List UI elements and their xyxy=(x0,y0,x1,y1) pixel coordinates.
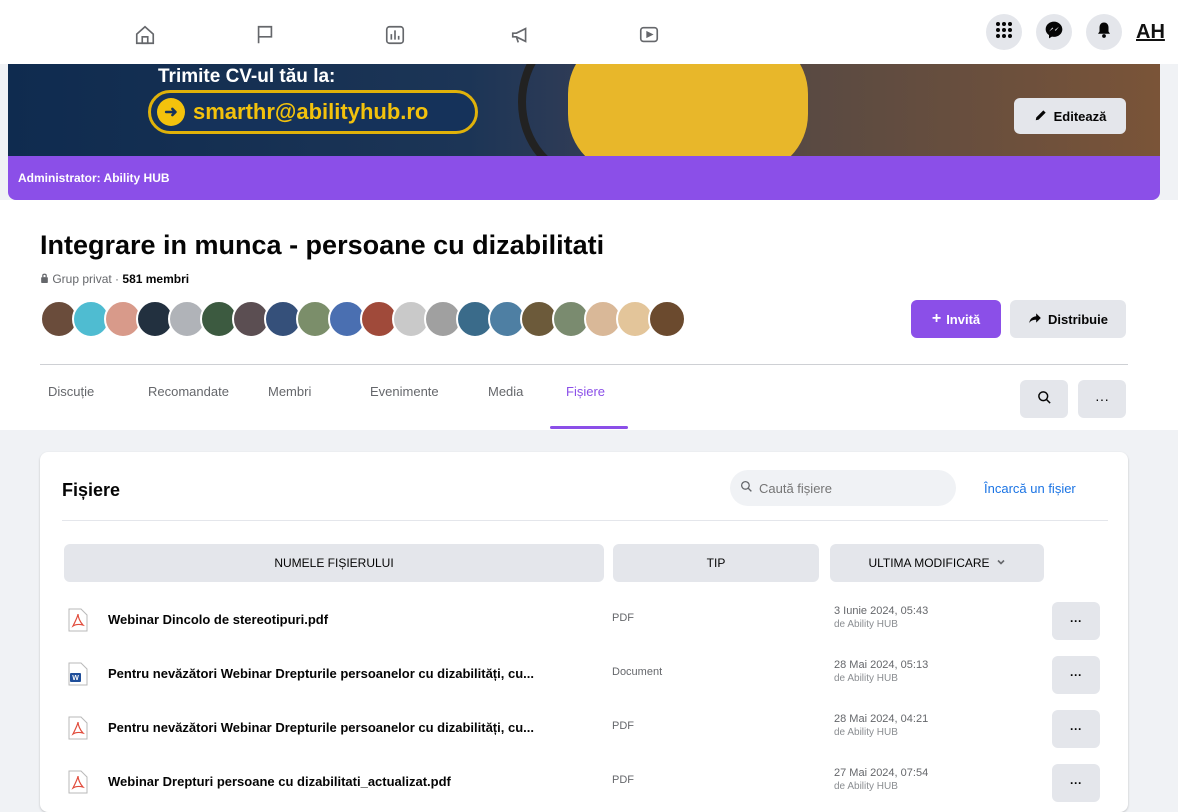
word-file-icon: W xyxy=(68,662,88,686)
group-more-button[interactable]: ··· xyxy=(1078,380,1126,418)
group-search-button[interactable] xyxy=(1020,380,1068,418)
member-avatars[interactable] xyxy=(40,300,686,340)
file-modified-date: 3 Iunie 2024, 05:43 xyxy=(834,605,929,617)
bell-icon xyxy=(1095,21,1113,44)
menu-grid-button[interactable] xyxy=(986,14,1022,50)
more-dots-icon: ··· xyxy=(1095,391,1109,407)
file-more-button[interactable]: ··· xyxy=(1052,656,1100,694)
share-label: Distribuie xyxy=(1048,311,1108,327)
file-type: Document xyxy=(612,666,663,678)
share-arrow-icon xyxy=(1028,311,1042,328)
file-name[interactable]: Pentru nevăzători Webinar Drepturile per… xyxy=(108,720,534,735)
pdf-file-icon xyxy=(68,770,88,794)
file-more-button[interactable]: ··· xyxy=(1052,602,1100,640)
table-row[interactable]: Pentru nevăzători Webinar Drepturile per… xyxy=(64,702,1104,754)
file-search[interactable] xyxy=(730,470,956,506)
cover-decoration-figure xyxy=(568,64,808,156)
table-row[interactable]: Webinar Drepturi persoane cu dizabilitat… xyxy=(64,756,1104,808)
file-type: PDF xyxy=(612,774,634,786)
group-privacy[interactable]: Grup privat xyxy=(52,272,111,286)
home-icon[interactable] xyxy=(130,20,160,50)
file-modified-by: de Ability HUB xyxy=(834,781,898,792)
tab-members[interactable]: Membri xyxy=(268,384,311,399)
files-panel: Fișiere Încarcă un fișier NUMELE FIȘIERU… xyxy=(40,452,1128,812)
file-modified-by: de Ability HUB xyxy=(834,727,898,738)
file-modified-date: 28 Mai 2024, 04:21 xyxy=(834,713,929,725)
table-row[interactable]: W Pentru nevăzători Webinar Drepturile p… xyxy=(64,648,1104,700)
file-search-input[interactable] xyxy=(757,479,931,497)
header-divider xyxy=(40,364,1128,365)
file-name[interactable]: Pentru nevăzători Webinar Drepturile per… xyxy=(108,666,534,681)
tab-featured[interactable]: Recomandate xyxy=(148,384,229,399)
edit-cover-button[interactable]: Editează xyxy=(1014,98,1126,134)
file-more-button[interactable]: ··· xyxy=(1052,764,1100,802)
pdf-file-icon xyxy=(68,716,88,740)
menu-grid-icon xyxy=(995,21,1013,44)
messenger-icon xyxy=(1044,20,1064,45)
search-icon xyxy=(740,480,753,496)
video-icon[interactable] xyxy=(634,20,664,50)
notifications-button[interactable] xyxy=(1086,14,1122,50)
file-modified-by: de Ability HUB xyxy=(834,673,898,684)
tab-files[interactable]: Fișiere xyxy=(566,384,605,399)
svg-text:W: W xyxy=(72,675,79,682)
group-meta: Grup privat · 581 membri xyxy=(40,272,189,286)
plus-icon: + xyxy=(931,310,942,327)
tab-media[interactable]: Media xyxy=(488,384,523,399)
file-modified-date: 27 Mai 2024, 07:54 xyxy=(834,767,929,779)
column-header-modified-label: ULTIMA MODIFICARE xyxy=(868,556,990,570)
group-header: Integrare in munca - persoane cu dizabil… xyxy=(0,200,1178,430)
tab-discussion[interactable]: Discuție xyxy=(48,384,94,399)
invite-label: Invită xyxy=(946,311,981,327)
cover-email-pill: ➜ smarthr@abilityhub.ro xyxy=(148,90,478,134)
lock-icon xyxy=(40,272,52,286)
share-button[interactable]: Distribuie xyxy=(1010,300,1126,338)
cover-email: smarthr@abilityhub.ro xyxy=(193,99,429,124)
upload-file-link[interactable]: Încarcă un fișier xyxy=(984,481,1076,496)
files-title: Fișiere xyxy=(62,480,121,500)
cover-headline: Trimite CV-ul tău la: xyxy=(158,66,336,87)
dashboard-icon[interactable] xyxy=(380,20,410,50)
arrow-right-icon: ➜ xyxy=(157,98,185,126)
account-profile-logo[interactable]: AH xyxy=(1136,14,1176,50)
member-avatar[interactable] xyxy=(648,300,686,338)
group-member-count[interactable]: 581 membri xyxy=(122,272,189,286)
file-type: PDF xyxy=(612,720,634,732)
column-header-modified[interactable]: ULTIMA MODIFICARE xyxy=(830,544,1044,582)
column-header-name[interactable]: NUMELE FIȘIERULUI xyxy=(64,544,604,582)
top-navigation-bar: AH xyxy=(0,0,1178,64)
pdf-file-icon xyxy=(68,608,88,632)
files-divider xyxy=(62,520,1108,521)
messenger-button[interactable] xyxy=(1036,14,1072,50)
flag-icon[interactable] xyxy=(250,20,280,50)
active-tab-indicator xyxy=(550,426,628,429)
edit-cover-label: Editează xyxy=(1053,108,1107,124)
file-modified-date: 28 Mai 2024, 05:13 xyxy=(834,659,929,671)
chevron-down-icon xyxy=(996,556,1006,570)
file-more-button[interactable]: ··· xyxy=(1052,710,1100,748)
file-name[interactable]: Webinar Dincolo de stereotipuri.pdf xyxy=(108,612,328,627)
tab-events[interactable]: Evenimente xyxy=(370,384,439,399)
file-modified-by: de Ability HUB xyxy=(834,619,898,630)
table-row[interactable]: Webinar Dincolo de stereotipuri.pdf PDF … xyxy=(64,594,1104,646)
megaphone-icon[interactable] xyxy=(506,20,536,50)
file-type: PDF xyxy=(612,612,634,624)
admin-banner: Administrator: Ability HUB xyxy=(8,156,1160,200)
admin-label: Administrator: Ability HUB xyxy=(18,171,170,185)
search-icon xyxy=(1037,390,1052,408)
invite-button[interactable]: + Invită xyxy=(911,300,1001,338)
group-cover-photo: Trimite CV-ul tău la: ➜ smarthr@abilityh… xyxy=(8,64,1160,156)
column-header-type[interactable]: TIP xyxy=(613,544,819,582)
pencil-icon xyxy=(1034,108,1048,125)
group-title: Integrare in munca - persoane cu dizabil… xyxy=(40,230,605,260)
file-name[interactable]: Webinar Drepturi persoane cu dizabilitat… xyxy=(108,774,451,789)
